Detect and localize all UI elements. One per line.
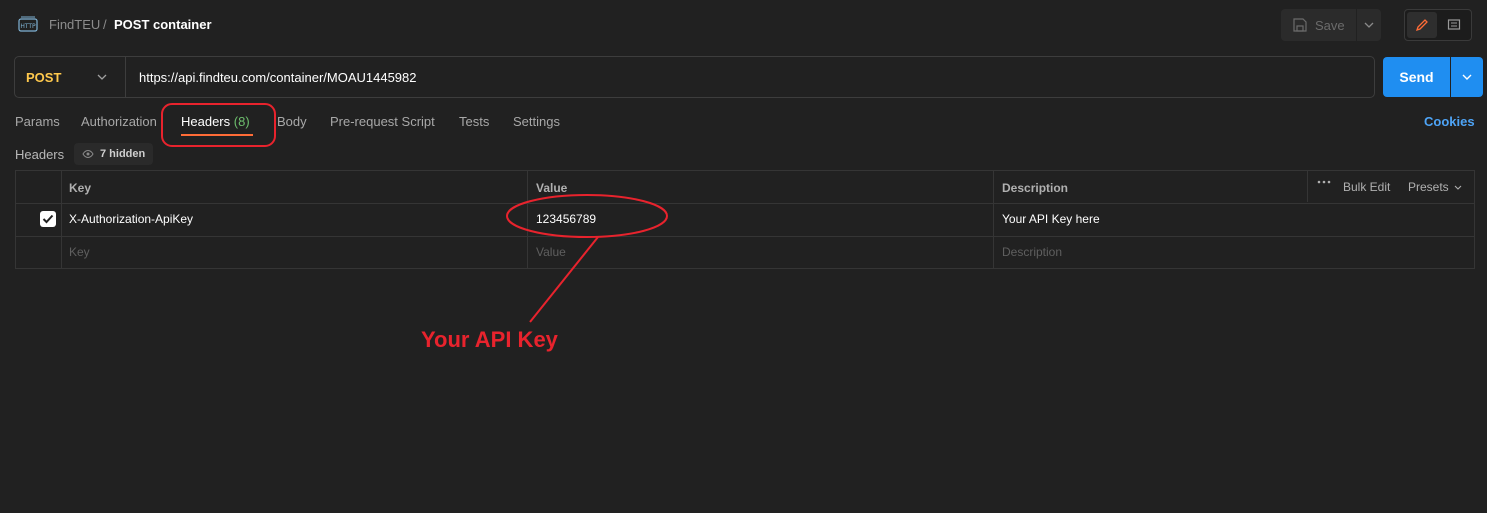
chevron-down-icon bbox=[1364, 22, 1374, 28]
hidden-headers-label: 7 hidden bbox=[100, 148, 146, 160]
pencil-icon bbox=[1415, 19, 1428, 32]
new-description-input[interactable]: Description bbox=[1002, 245, 1062, 259]
tab-headers-count: (8) bbox=[233, 114, 250, 129]
send-button[interactable]: Send bbox=[1383, 57, 1450, 97]
headers-table: Key Value Description Bulk Edit Presets … bbox=[15, 170, 1475, 269]
header-value-cell[interactable]: 123456789 bbox=[536, 212, 596, 226]
edit-mode-toggle bbox=[1404, 9, 1472, 41]
method-label: POST bbox=[26, 69, 62, 85]
header-key-cell[interactable]: X-Authorization-ApiKey bbox=[69, 212, 193, 226]
tab-settings[interactable]: Settings bbox=[513, 114, 560, 129]
column-header-value: Value bbox=[536, 181, 568, 195]
svg-text:HTTP: HTTP bbox=[20, 23, 36, 30]
presets-dropdown[interactable]: Presets bbox=[1408, 180, 1462, 194]
edit-pencil-button[interactable] bbox=[1407, 12, 1437, 38]
breadcrumb-separator: / bbox=[103, 17, 107, 32]
bulk-edit-button[interactable]: Bulk Edit bbox=[1343, 180, 1390, 194]
breadcrumb-parent[interactable]: FindTEU bbox=[49, 17, 100, 32]
http-icon: HTTP bbox=[18, 16, 38, 34]
url-bar: POST https://api.findteu.com/container/M… bbox=[14, 56, 1375, 98]
tab-headers-label: Headers bbox=[181, 114, 231, 129]
active-tab-indicator bbox=[181, 134, 253, 136]
comments-button[interactable] bbox=[1439, 12, 1469, 38]
header-description-cell[interactable]: Your API Key here bbox=[1002, 212, 1100, 226]
save-icon bbox=[1293, 18, 1307, 32]
new-value-input[interactable]: Value bbox=[536, 245, 566, 259]
request-title[interactable]: POST container bbox=[114, 17, 212, 32]
checkmark-icon bbox=[42, 214, 54, 224]
row-enabled-checkbox[interactable] bbox=[40, 211, 56, 227]
new-key-input[interactable]: Key bbox=[69, 245, 90, 259]
tab-authorization[interactable]: Authorization bbox=[81, 114, 157, 129]
url-input[interactable]: https://api.findteu.com/container/MOAU14… bbox=[126, 70, 417, 85]
headers-section-label: Headers bbox=[15, 147, 65, 162]
send-dropdown-button[interactable] bbox=[1451, 57, 1483, 97]
comment-icon bbox=[1447, 19, 1461, 30]
tab-params[interactable]: Params bbox=[15, 114, 60, 129]
method-select[interactable]: POST bbox=[15, 57, 126, 97]
column-header-description: Description bbox=[1002, 181, 1069, 195]
presets-label: Presets bbox=[1408, 180, 1449, 194]
chevron-down-icon bbox=[1462, 74, 1472, 80]
tab-tests[interactable]: Tests bbox=[459, 114, 489, 129]
more-options-button[interactable] bbox=[1317, 180, 1331, 184]
tab-pre-request-script[interactable]: Pre-request Script bbox=[330, 114, 435, 129]
tab-body[interactable]: Body bbox=[277, 114, 307, 129]
chevron-down-icon bbox=[97, 74, 107, 80]
column-header-key: Key bbox=[69, 181, 92, 195]
more-horizontal-icon bbox=[1317, 180, 1331, 184]
hidden-headers-toggle[interactable]: 7 hidden bbox=[74, 143, 154, 165]
save-dropdown-button[interactable] bbox=[1357, 9, 1381, 41]
cookies-link[interactable]: Cookies bbox=[1424, 114, 1475, 129]
tab-headers[interactable]: Headers (8) bbox=[181, 114, 250, 129]
annotation-label: Your API Key bbox=[421, 327, 558, 352]
save-label: Save bbox=[1315, 17, 1345, 33]
chevron-down-icon bbox=[1454, 185, 1462, 190]
save-button[interactable]: Save bbox=[1281, 9, 1356, 41]
eye-icon bbox=[82, 150, 94, 158]
